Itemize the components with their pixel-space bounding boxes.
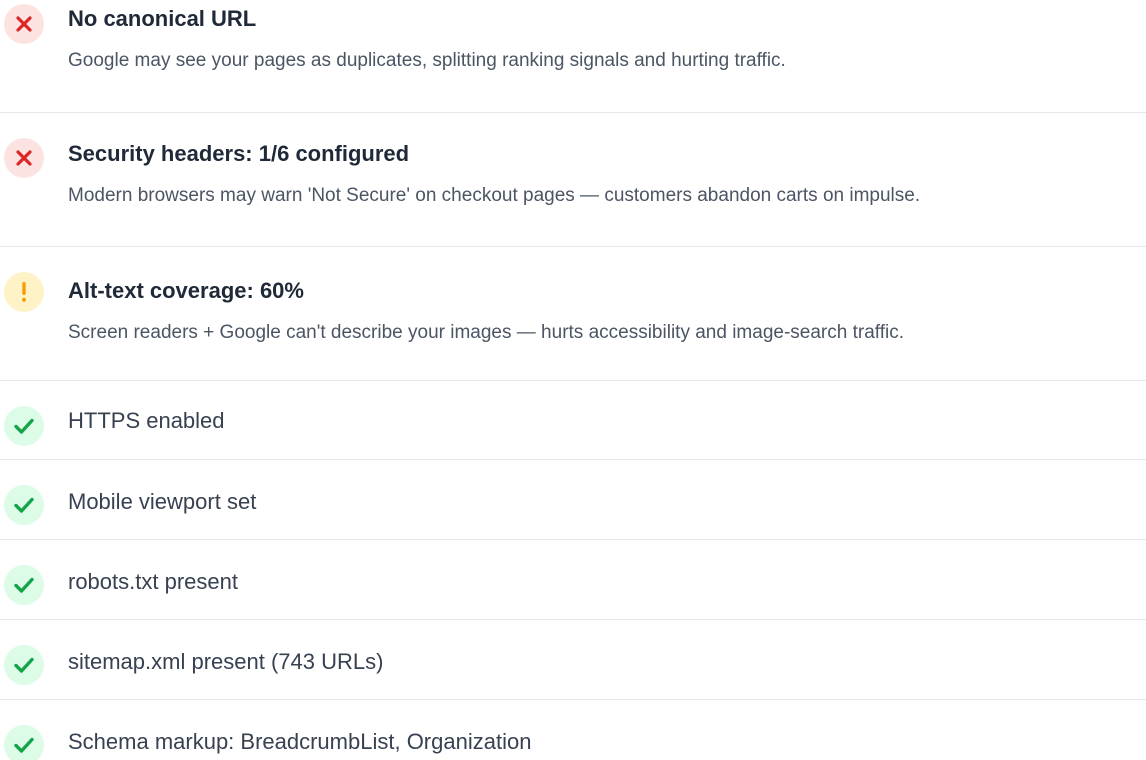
passed-label: Schema markup: BreadcrumbList, Organizat… — [68, 729, 532, 754]
check-icon — [14, 497, 34, 513]
fail-badge — [4, 4, 44, 44]
passed-item-robots: robots.txt present — [0, 540, 1146, 620]
issue-item-security-headers: Security headers: 1/6 configured Modern … — [0, 113, 1146, 247]
check-icon — [14, 418, 34, 434]
passed-label: Mobile viewport set — [68, 489, 257, 514]
check-icon — [14, 577, 34, 593]
x-icon — [16, 16, 32, 32]
passed-item-https: HTTPS enabled — [0, 381, 1146, 460]
issue-title: Security headers: 1/6 configured — [68, 141, 410, 166]
passed-label: robots.txt present — [68, 569, 238, 594]
x-icon — [16, 150, 32, 166]
audit-checklist: No canonical URL Google may see your pag… — [0, 0, 1146, 760]
fail-badge — [4, 138, 44, 178]
pass-badge — [4, 725, 44, 760]
issue-item-alt-text: Alt-text coverage: 60% Screen readers + … — [0, 247, 1146, 381]
passed-item-viewport: Mobile viewport set — [0, 460, 1146, 540]
pass-badge — [4, 645, 44, 685]
check-icon — [14, 737, 34, 753]
pass-badge — [4, 565, 44, 605]
exclamation-icon — [22, 282, 26, 302]
issue-item-canonical: No canonical URL Google may see your pag… — [0, 0, 1146, 113]
passed-label: HTTPS enabled — [68, 408, 225, 433]
passed-item-sitemap: sitemap.xml present (743 URLs) — [0, 620, 1146, 700]
check-icon — [14, 657, 34, 673]
issue-description: Modern browsers may warn 'Not Secure' on… — [68, 185, 921, 206]
issue-title: No canonical URL — [68, 6, 257, 31]
issue-title: Alt-text coverage: 60% — [68, 278, 304, 303]
passed-label: sitemap.xml present (743 URLs) — [68, 649, 384, 674]
issue-description: Google may see your pages as duplicates,… — [68, 50, 786, 71]
pass-badge — [4, 485, 44, 525]
issue-description: Screen readers + Google can't describe y… — [68, 322, 904, 343]
pass-badge — [4, 406, 44, 446]
passed-item-schema: Schema markup: BreadcrumbList, Organizat… — [0, 700, 1146, 760]
warning-badge — [4, 272, 44, 312]
